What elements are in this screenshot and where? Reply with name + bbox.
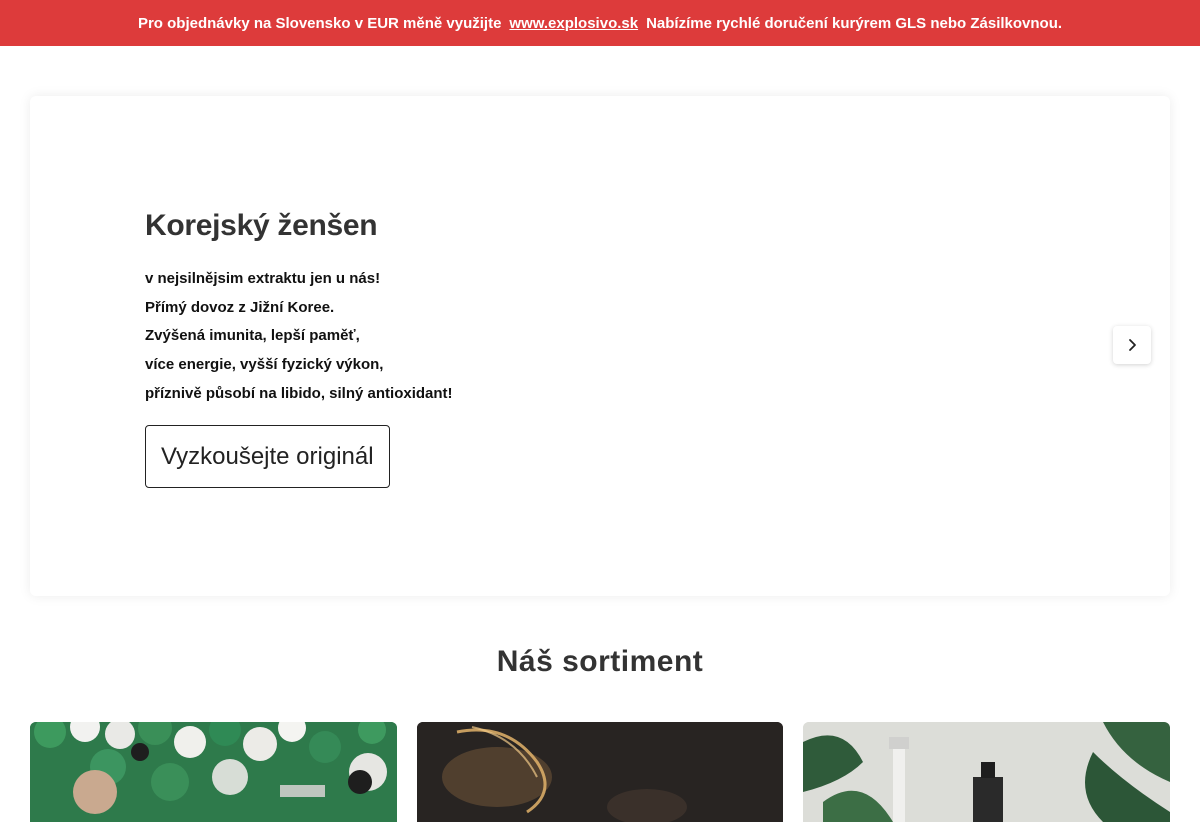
announcement-text-delivery: Nabízíme rychlé doručení kurýrem GLS neb… (646, 14, 1063, 32)
category-image (30, 722, 397, 822)
hero-line: Zvýšená imunita, lepší paměť, (145, 327, 360, 345)
hero-description: v nejsilnějsim extraktu jen u nás! Přímý… (145, 265, 453, 409)
slider-next-button[interactable] (1113, 326, 1151, 364)
hero-slider: Korejský ženšen v nejsilnějsim extraktu … (30, 96, 1170, 596)
category-image (803, 722, 1170, 822)
hero-line: v nejsilnějsim extraktu jen u nás! (145, 270, 381, 287)
hero-content: Korejský ženšen v nejsilnějsim extraktu … (145, 209, 453, 488)
category-card-home[interactable] (417, 722, 783, 822)
assortment-title: Náš sortiment (496, 645, 704, 678)
hero-line: více energie, vyšší fyzický výkon, (145, 356, 384, 374)
announcement-text: Pro objednávky na Slovensko v EUR měně v… (137, 14, 502, 32)
category-card-cosmetics[interactable] (803, 722, 1170, 822)
announcement-link[interactable]: www.explosivo.sk (509, 15, 638, 32)
category-image (417, 722, 783, 822)
hero-line: Přímý dovoz z Jižní Koree. (145, 298, 335, 316)
hero-title: Korejský ženšen (145, 209, 378, 242)
hero-cta-button[interactable]: Vyzkoušejte originál (145, 424, 390, 488)
chevron-right-icon (1129, 339, 1136, 351)
category-card-party[interactable] (30, 722, 397, 822)
hero-line: příznivě působí na libido, silný antioxi… (145, 384, 453, 402)
announcement-bar: Pro objednávky na Slovensko v EUR měně v… (0, 0, 1200, 46)
